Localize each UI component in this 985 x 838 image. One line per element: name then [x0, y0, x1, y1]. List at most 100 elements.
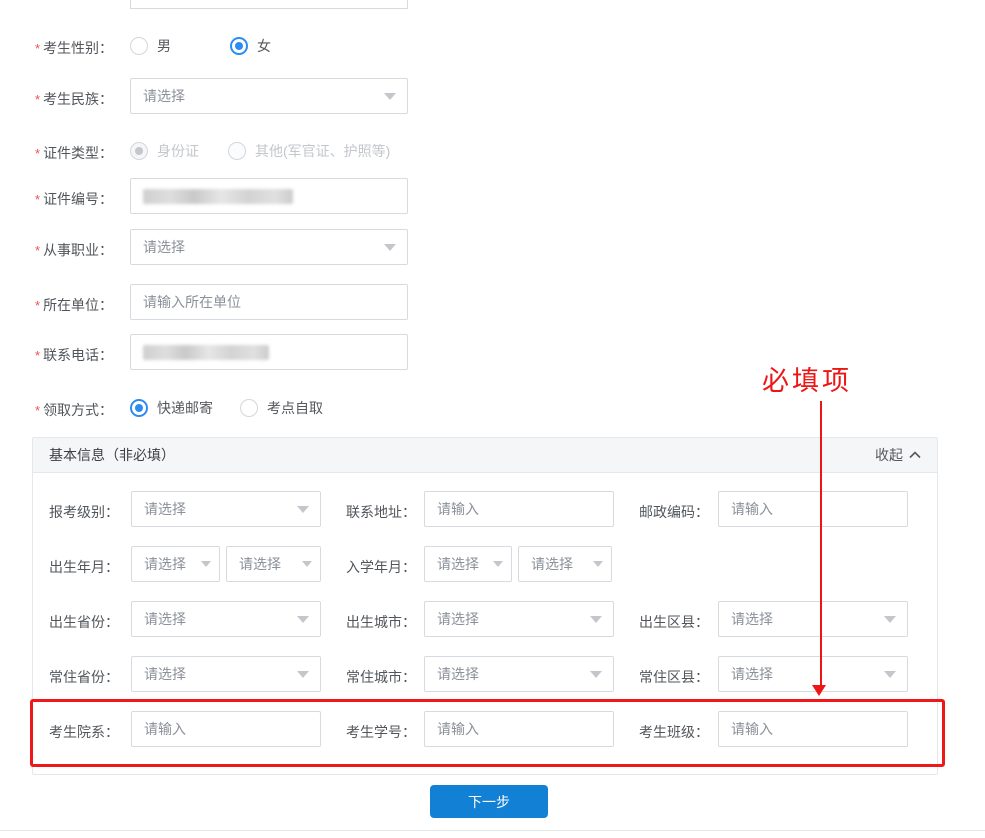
select-placeholder: 请选择 [531, 554, 573, 574]
gender-radio-group: 男 女 [130, 36, 271, 56]
chevron-down-icon [884, 616, 896, 623]
radio-unchecked-icon[interactable] [130, 37, 148, 55]
birth-province-select[interactable]: 请选择 [131, 601, 321, 637]
radio-option-label: 男 [157, 36, 171, 56]
id-type-option-idcard: 身份证 [130, 141, 228, 161]
radio-option-label: 快递邮寄 [157, 398, 213, 418]
address-input[interactable] [424, 491, 614, 527]
select-placeholder: 请选择 [239, 554, 281, 574]
level-select[interactable]: 请选择 [131, 491, 321, 527]
collapse-toggle[interactable]: 收起 [875, 445, 921, 465]
select-placeholder: 请选择 [731, 664, 773, 684]
censored-value [143, 345, 269, 360]
select-placeholder: 请选择 [437, 609, 479, 629]
partial-top-input[interactable] [130, 0, 408, 9]
resident-county-label: 常住区县： [639, 667, 709, 687]
gender-option-male[interactable]: 男 [130, 36, 230, 56]
next-step-button[interactable]: 下一步 [430, 785, 548, 818]
chevron-down-icon [302, 561, 312, 567]
radio-disabled-checked-icon [130, 142, 148, 160]
enroll-month-select[interactable]: 请选择 [518, 546, 612, 582]
panel-title: 基本信息（非必填） [49, 445, 175, 465]
select-placeholder: 请选择 [437, 664, 479, 684]
birth-county-select[interactable]: 请选择 [718, 601, 908, 637]
resident-city-label: 常住城市： [346, 667, 416, 687]
select-placeholder: 请选择 [731, 609, 773, 629]
radio-checked-icon[interactable] [230, 37, 248, 55]
panel-header: 基本信息（非必填） 收起 [33, 438, 937, 473]
radio-unchecked-icon[interactable] [240, 399, 258, 417]
phone-label: *联系电话： [35, 345, 113, 365]
phone-input[interactable] [130, 334, 408, 370]
annotation-arrow-line [820, 401, 822, 686]
occupation-select[interactable]: 请选择 [130, 229, 408, 265]
censored-value [143, 189, 293, 204]
delivery-radio-group: 快递邮寄 考点自取 [130, 398, 323, 418]
select-placeholder: 请选择 [144, 499, 186, 519]
id-number-input[interactable] [130, 178, 408, 214]
employer-input[interactable] [130, 284, 408, 320]
required-asterisk: * [35, 41, 40, 56]
required-asterisk: * [35, 348, 40, 363]
gender-option-female[interactable]: 女 [230, 36, 271, 56]
chevron-up-icon [909, 451, 921, 459]
radio-disabled-icon [228, 142, 246, 160]
birth-ym-label: 出生年月： [49, 557, 119, 577]
level-label: 报考级别： [49, 502, 119, 522]
radio-option-label: 女 [257, 36, 271, 56]
ethnicity-label: *考生民族： [35, 89, 113, 109]
birth-year-select[interactable]: 请选择 [131, 546, 220, 582]
birth-city-label: 出生城市： [346, 612, 416, 632]
postcode-label: 邮政编码： [639, 502, 709, 522]
radio-option-label: 考点自取 [267, 398, 323, 418]
required-asterisk: * [35, 192, 40, 207]
select-placeholder: 请选择 [437, 554, 479, 574]
birth-month-select[interactable]: 请选择 [226, 546, 321, 582]
chevron-down-icon [201, 561, 211, 567]
postcode-input[interactable] [718, 491, 908, 527]
birth-county-label: 出生区县： [639, 612, 709, 632]
collapse-label: 收起 [875, 445, 903, 465]
gender-label: *考生性别： [35, 38, 113, 58]
delivery-option-pickup[interactable]: 考点自取 [240, 398, 323, 418]
chevron-down-icon [384, 93, 396, 100]
required-asterisk: * [35, 243, 40, 258]
bottom-divider [0, 830, 985, 831]
radio-option-label: 其他(军官证、护照等) [255, 141, 390, 161]
annotation-arrow-head-icon [812, 685, 826, 696]
delivery-option-express[interactable]: 快递邮寄 [130, 398, 240, 418]
id-number-label: *证件编号： [35, 189, 113, 209]
select-placeholder: 请选择 [143, 86, 185, 106]
birth-province-label: 出生省份： [49, 612, 119, 632]
chevron-down-icon [593, 561, 603, 567]
chevron-down-icon [297, 616, 309, 623]
chevron-down-icon [384, 244, 396, 251]
radio-option-label: 身份证 [157, 141, 199, 161]
chevron-down-icon [590, 616, 602, 623]
address-label: 联系地址： [346, 502, 416, 522]
select-placeholder: 请选择 [144, 664, 186, 684]
resident-province-label: 常住省份： [49, 667, 119, 687]
chevron-down-icon [297, 506, 309, 513]
select-placeholder: 请选择 [144, 554, 186, 574]
required-highlight-box [30, 699, 945, 767]
select-placeholder: 请选择 [143, 237, 185, 257]
resident-province-select[interactable]: 请选择 [131, 656, 321, 692]
id-type-radio-group: 身份证 其他(军官证、护照等) [130, 141, 390, 161]
enroll-ym-label: 入学年月： [346, 557, 416, 577]
radio-checked-icon[interactable] [130, 399, 148, 417]
ethnicity-select[interactable]: 请选择 [130, 78, 408, 114]
birth-city-select[interactable]: 请选择 [424, 601, 614, 637]
required-asterisk: * [35, 92, 40, 107]
occupation-label: *从事职业： [35, 240, 113, 260]
chevron-down-icon [590, 671, 602, 678]
id-type-label: *证件类型： [35, 143, 113, 163]
employer-label: *所在单位： [35, 295, 113, 315]
registration-form-page: *考生性别： 男 女 *考生民族： 请选择 *证件类型： 身份证 其他(军官证、… [0, 0, 985, 838]
select-placeholder: 请选择 [144, 609, 186, 629]
resident-city-select[interactable]: 请选择 [424, 656, 614, 692]
enroll-year-select[interactable]: 请选择 [424, 546, 512, 582]
delivery-label: *领取方式： [35, 400, 113, 420]
chevron-down-icon [884, 671, 896, 678]
required-annotation-text: 必填项 [762, 359, 852, 398]
